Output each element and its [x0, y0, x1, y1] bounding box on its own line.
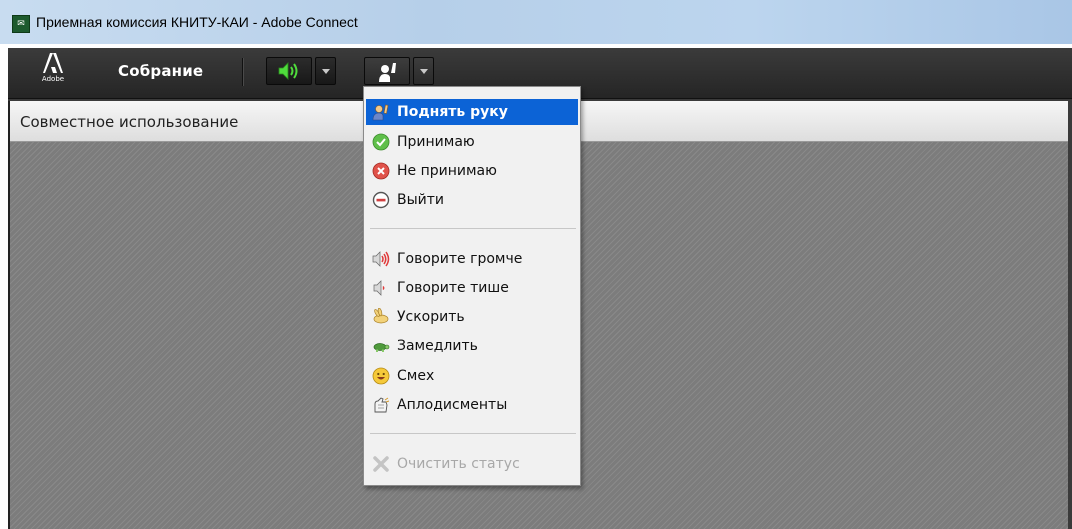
- chevron-down-icon: [322, 69, 330, 74]
- window-title: Приемная комиссия КНИТУ-КАИ - Adobe Conn…: [36, 14, 358, 30]
- slow-down-turtle-icon: [373, 343, 390, 352]
- menu-item-agree[interactable]: Принимаю: [366, 129, 578, 155]
- window-title-bar: ✉ Приемная комиссия КНИТУ-КАИ - Adobe Co…: [0, 0, 1072, 44]
- laugh-smiley-icon: [372, 367, 390, 385]
- status-dropdown-button[interactable]: [413, 57, 434, 85]
- speed-up-rabbit-icon: [373, 308, 389, 324]
- menu-item-speak-louder[interactable]: Говорите громче: [366, 246, 578, 272]
- applause-hands-icon: [374, 397, 390, 413]
- menu-item-label: Ускорить: [397, 309, 465, 325]
- menu-divider: [370, 433, 576, 434]
- menu-item-label: Поднять руку: [397, 104, 508, 120]
- audio-button-group: [266, 57, 336, 85]
- chevron-down-icon: [420, 69, 428, 74]
- toolbar-divider: [242, 58, 244, 86]
- menu-item-label: Очистить статус: [397, 456, 520, 472]
- agree-check-icon: [372, 133, 390, 151]
- menu-item-clear-status[interactable]: Очистить статус: [366, 451, 578, 477]
- menu-item-label: Говорите тише: [397, 280, 509, 296]
- menu-item-label: Говорите громче: [397, 251, 523, 267]
- menu-item-label: Замедлить: [397, 338, 478, 354]
- raise-hand-icon: [379, 63, 396, 82]
- disagree-x-icon: [372, 162, 390, 180]
- menu-item-label: Не принимаю: [397, 163, 497, 179]
- menu-divider: [370, 228, 576, 229]
- speaker-on-icon: [278, 62, 298, 80]
- share-pod-title: Совместное использование: [20, 113, 239, 131]
- menu-item-slow-down[interactable]: Замедлить: [366, 333, 578, 359]
- speaker-button[interactable]: [266, 57, 312, 85]
- adobe-logo-icon: [43, 53, 63, 73]
- adobe-connect-app-icon: ✉: [12, 15, 30, 33]
- menu-item-label: Выйти: [397, 192, 445, 208]
- menu-item-step-away[interactable]: Выйти: [366, 187, 578, 213]
- menu-item-speed-up[interactable]: Ускорить: [366, 304, 578, 330]
- menu-item-speak-softer[interactable]: Говорите тише: [366, 275, 578, 301]
- menu-item-label: Принимаю: [397, 134, 475, 150]
- menu-item-laugh[interactable]: Смех: [366, 363, 578, 389]
- menu-item-applause[interactable]: Аплодисменты: [366, 392, 578, 418]
- status-button-group: [364, 57, 434, 85]
- menu-item-label: Смех: [397, 368, 435, 384]
- menu-item-raise-hand[interactable]: Поднять руку: [366, 99, 578, 125]
- speaker-dropdown-button[interactable]: [315, 57, 336, 85]
- menu-item-disagree[interactable]: Не принимаю: [366, 158, 578, 184]
- speak-louder-icon: [372, 251, 390, 267]
- step-away-minus-icon: [372, 191, 390, 209]
- menu-item-label: Аплодисменты: [397, 397, 508, 413]
- raise-hand-icon: [372, 104, 389, 121]
- clear-status-x-icon: [373, 456, 389, 472]
- status-button[interactable]: [364, 57, 410, 85]
- status-dropdown-menu: Поднять руку Принимаю Не принимаю Выйти …: [363, 86, 581, 486]
- speak-softer-icon: [373, 280, 385, 296]
- adobe-logo-text: Adobe: [41, 75, 65, 83]
- meeting-menu[interactable]: Собрание: [118, 62, 203, 80]
- adobe-logo: Adobe: [33, 52, 73, 92]
